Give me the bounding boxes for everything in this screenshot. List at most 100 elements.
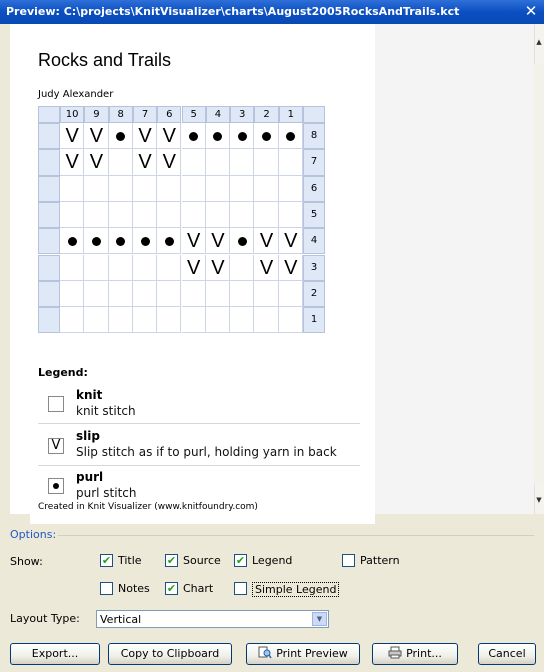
stitch-cell — [157, 175, 182, 202]
row-lead — [38, 149, 60, 176]
stitch-cell — [84, 175, 109, 202]
legend-desc: Slip stitch as if to purl, holding yarn … — [76, 445, 337, 459]
stitch-cell — [230, 307, 255, 334]
copy-to-clipboard-button[interactable]: Copy to Clipboard — [108, 643, 232, 665]
stitch-cell — [230, 254, 255, 281]
stitch-cell — [60, 280, 85, 308]
legend-item-knit: knit knit stitch — [38, 384, 360, 424]
purl-symbol-icon — [237, 131, 247, 141]
stitch-cell — [132, 307, 158, 334]
slip-symbol-icon: V — [186, 230, 201, 253]
stitch-cell — [157, 254, 182, 281]
slip-symbol-icon: V — [48, 438, 64, 454]
scroll-down-icon[interactable]: ▼ — [534, 496, 544, 506]
purl-symbol-icon — [286, 131, 296, 141]
stitch-cell — [60, 254, 85, 281]
stitch-cell — [84, 254, 109, 281]
column-number: 10 — [60, 106, 85, 123]
stitch-cell — [108, 307, 133, 334]
check-icon: ✔ — [165, 554, 178, 567]
slip-symbol-icon: V — [89, 151, 104, 174]
stitch-cell — [230, 175, 255, 202]
stitch-cell — [278, 201, 303, 229]
row-number: 6 — [303, 175, 325, 202]
export-button[interactable]: Export... — [10, 643, 100, 665]
legend-name: purl — [76, 470, 104, 484]
row-lead — [38, 254, 60, 281]
check-icon: ✔ — [234, 554, 247, 567]
row-number: 4 — [303, 228, 325, 255]
row-number: 5 — [303, 201, 325, 229]
chart-title: Rocks and Trails — [38, 50, 172, 70]
stitch-cell — [205, 149, 231, 176]
chart-checkbox[interactable]: ✔ Chart — [165, 581, 230, 597]
preview-area[interactable]: Rocks and Trails Judy Alexander 10 9 8 7 6 5 4… — [10, 24, 544, 524]
purl-symbol-icon — [164, 236, 174, 246]
legend-checkbox[interactable]: ✔ Legend — [234, 553, 304, 569]
purl-symbol-icon — [262, 131, 272, 141]
purl-symbol-icon — [189, 131, 199, 141]
legend-heading: Legend: — [38, 366, 88, 379]
stitch-cell — [84, 280, 109, 308]
stitch-cell — [181, 307, 206, 334]
stitch-cell — [108, 149, 133, 176]
slip-symbol-icon: V — [186, 256, 201, 279]
source-checkbox[interactable]: ✔ Source — [165, 553, 235, 569]
stitch-cell — [181, 280, 206, 308]
purl-symbol-icon — [48, 478, 64, 494]
row-lead — [38, 175, 60, 202]
vertical-scrollbar[interactable]: ▲ ▼ — [534, 24, 544, 514]
stitch-cell — [278, 175, 303, 202]
stitch-cell — [132, 254, 158, 281]
slip-symbol-icon: V — [65, 151, 79, 174]
chevron-down-icon[interactable]: ▼ — [312, 612, 327, 626]
simple-legend-checkbox[interactable]: Simple Legend — [234, 581, 340, 597]
column-number: 4 — [205, 106, 231, 123]
stitch-cell — [84, 201, 109, 229]
stitch-cell — [60, 175, 85, 202]
column-number: 3 — [230, 106, 255, 123]
close-icon[interactable]: ✕ — [522, 1, 540, 21]
print-preview-button[interactable]: Print Preview — [246, 643, 360, 665]
preview-window: Preview: C:\projects\KnitVisualizer\char… — [0, 0, 544, 672]
cancel-button[interactable]: Cancel — [478, 643, 536, 665]
slip-symbol-icon: V — [138, 151, 152, 174]
page-gutter — [375, 24, 543, 514]
row-number: 3 — [303, 254, 325, 281]
stitch-cell — [230, 149, 255, 176]
stitch-cell — [108, 254, 133, 281]
window-title: Preview: C:\projects\KnitVisualizer\char… — [6, 5, 460, 18]
scroll-up-icon[interactable]: ▲ — [534, 38, 544, 48]
layout-type-select[interactable]: Vertical ▼ — [96, 610, 329, 628]
stitch-cell — [205, 201, 231, 229]
scroll-thumb[interactable] — [534, 64, 544, 484]
print-button[interactable]: Print... — [372, 643, 458, 665]
stitch-cell — [230, 201, 255, 229]
layout-type-label: Layout Type: — [10, 612, 80, 625]
stitch-cell — [254, 307, 279, 334]
slip-symbol-icon: V — [89, 125, 104, 147]
stitch-cell — [278, 280, 303, 308]
legend-item-slip: V slip Slip stitch as if to purl, holdin… — [38, 424, 360, 466]
row-lead — [38, 280, 60, 308]
row-lead — [38, 228, 60, 255]
row-lead — [38, 123, 60, 150]
stitch-cell — [60, 201, 85, 229]
options-divider — [58, 535, 534, 536]
stitch-cell — [181, 201, 206, 229]
notes-checkbox[interactable]: Notes — [100, 581, 160, 597]
legend-name: slip — [76, 429, 100, 443]
column-number: 5 — [181, 106, 206, 123]
chart-source: Judy Alexander — [38, 89, 114, 100]
pattern-checkbox[interactable]: Pattern — [342, 553, 412, 569]
column-number: 7 — [132, 106, 158, 123]
title-checkbox[interactable]: ✔ Title — [100, 553, 160, 569]
stitch-cell — [108, 280, 133, 308]
slip-symbol-icon: V — [138, 125, 152, 147]
stitch-cell — [132, 280, 158, 308]
slip-symbol-icon: V — [259, 230, 274, 253]
row-lead — [38, 201, 60, 229]
stitch-cell — [108, 175, 133, 202]
stitch-cell — [132, 175, 158, 202]
slip-symbol-icon: V — [259, 256, 274, 279]
